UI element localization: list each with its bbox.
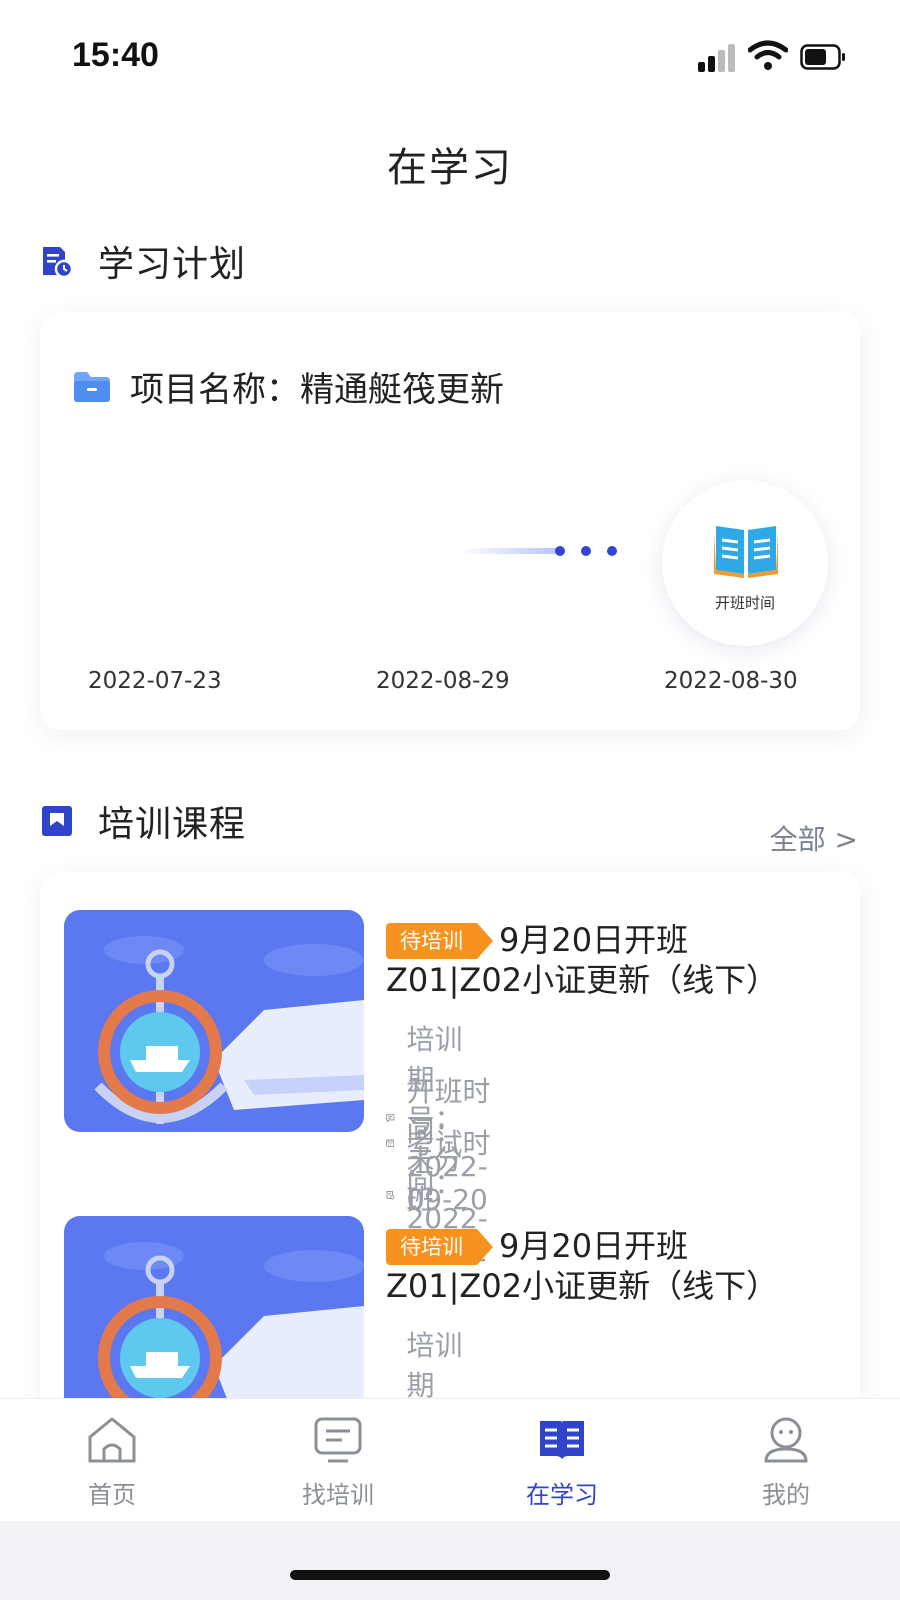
class-start-milestone[interactable]: 开班时间 <box>662 480 828 646</box>
battery-icon <box>800 44 845 70</box>
timeline-date-start: 2022-07-23 <box>88 668 222 694</box>
home-indicator <box>290 1570 610 1580</box>
course-title: 待培训 9月20日开班 Z01|Z02小证更新（线下） <box>386 920 826 1000</box>
course-thumbnail <box>64 910 364 1132</box>
study-plan-title: 学习计划 <box>98 244 247 285</box>
tab-studying-label: 在学习 <box>526 1481 598 1509</box>
signal-icon <box>698 44 738 72</box>
tab-profile[interactable]: 我的 <box>726 1415 846 1510</box>
status-bar: 15:40 <box>0 0 900 100</box>
training-courses-title: 培训课程 <box>98 804 247 845</box>
course-title: 待培训 9月20日开班 Z01|Z02小证更新（线下） <box>386 1226 826 1306</box>
timeline-dots <box>460 546 617 556</box>
open-book-icon <box>714 526 778 578</box>
tab-profile-label: 我的 <box>762 1481 810 1509</box>
training-courses-header: 培训课程 <box>40 796 246 846</box>
profile-icon <box>764 1417 808 1463</box>
tab-find-training-label: 找培训 <box>302 1481 374 1509</box>
project-name: 项目名称：精通艇筏更新 <box>130 370 504 410</box>
timeline-date-end: 2022-08-30 <box>664 668 798 694</box>
study-plan-icon <box>43 247 74 278</box>
folder-icon <box>74 371 110 402</box>
project-name-row: 项目名称：精通艇筏更新 <box>72 362 504 411</box>
milestone-label: 开班时间 <box>714 594 775 612</box>
courses-icon <box>42 806 72 836</box>
home-icon <box>88 1417 136 1463</box>
tab-find-training[interactable]: 找培训 <box>278 1415 398 1510</box>
wifi-icon <box>748 40 788 70</box>
tab-home[interactable]: 首页 <box>52 1415 172 1510</box>
page-title: 在学习 <box>387 145 513 191</box>
timeline-date-middle: 2022-08-29 <box>376 668 510 694</box>
tab-bar: 首页 找培训 在学习 我的 <box>0 1398 900 1521</box>
view-all-link[interactable]: 全部 > <box>770 818 858 858</box>
tab-studying[interactable]: 在学习 <box>502 1415 622 1510</box>
status-time: 15:40 <box>72 36 159 74</box>
exam-icon <box>386 1191 395 1200</box>
study-plan-header: 学习计划 <box>40 236 246 286</box>
message-box-icon <box>314 1417 362 1463</box>
tab-home-label: 首页 <box>88 1481 136 1509</box>
status-badge: 待培训 <box>386 923 493 959</box>
status-badge: 待培训 <box>386 1229 493 1265</box>
book-icon <box>540 1421 584 1459</box>
